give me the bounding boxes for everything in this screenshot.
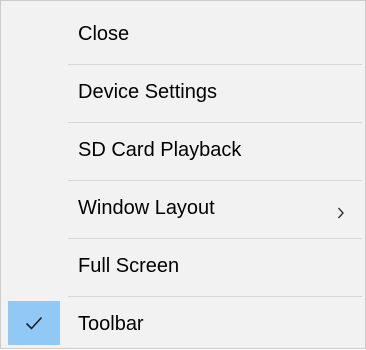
menu-item-window-layout[interactable]: Window Layout [8, 182, 363, 234]
menu-item-label: Device Settings [78, 81, 217, 103]
menu-separator [68, 122, 362, 123]
menu-item-full-screen[interactable]: Full Screen [8, 240, 363, 292]
menu-item-close[interactable]: Close [8, 8, 363, 60]
menu-item-sd-card-playback[interactable]: SD Card Playback [8, 124, 363, 176]
menu-item-label: Toolbar [78, 313, 144, 335]
checked-indicator [8, 301, 60, 345]
checkmark-icon [25, 316, 43, 330]
menu-separator [68, 296, 362, 297]
menu-separator [68, 64, 362, 65]
chevron-right-icon [337, 202, 345, 225]
menu-item-label: Window Layout [78, 197, 215, 219]
menu-item-label: Full Screen [78, 255, 180, 277]
menu-item-toolbar[interactable]: Toolbar [8, 298, 363, 350]
context-menu: Close Device Settings SD Card Playback W… [0, 0, 366, 349]
menu-item-label: SD Card Playback [78, 139, 242, 161]
menu-item-label: Close [78, 23, 130, 45]
menu-separator [68, 238, 362, 239]
menu-separator [68, 180, 362, 181]
menu-item-device-settings[interactable]: Device Settings [8, 66, 363, 118]
